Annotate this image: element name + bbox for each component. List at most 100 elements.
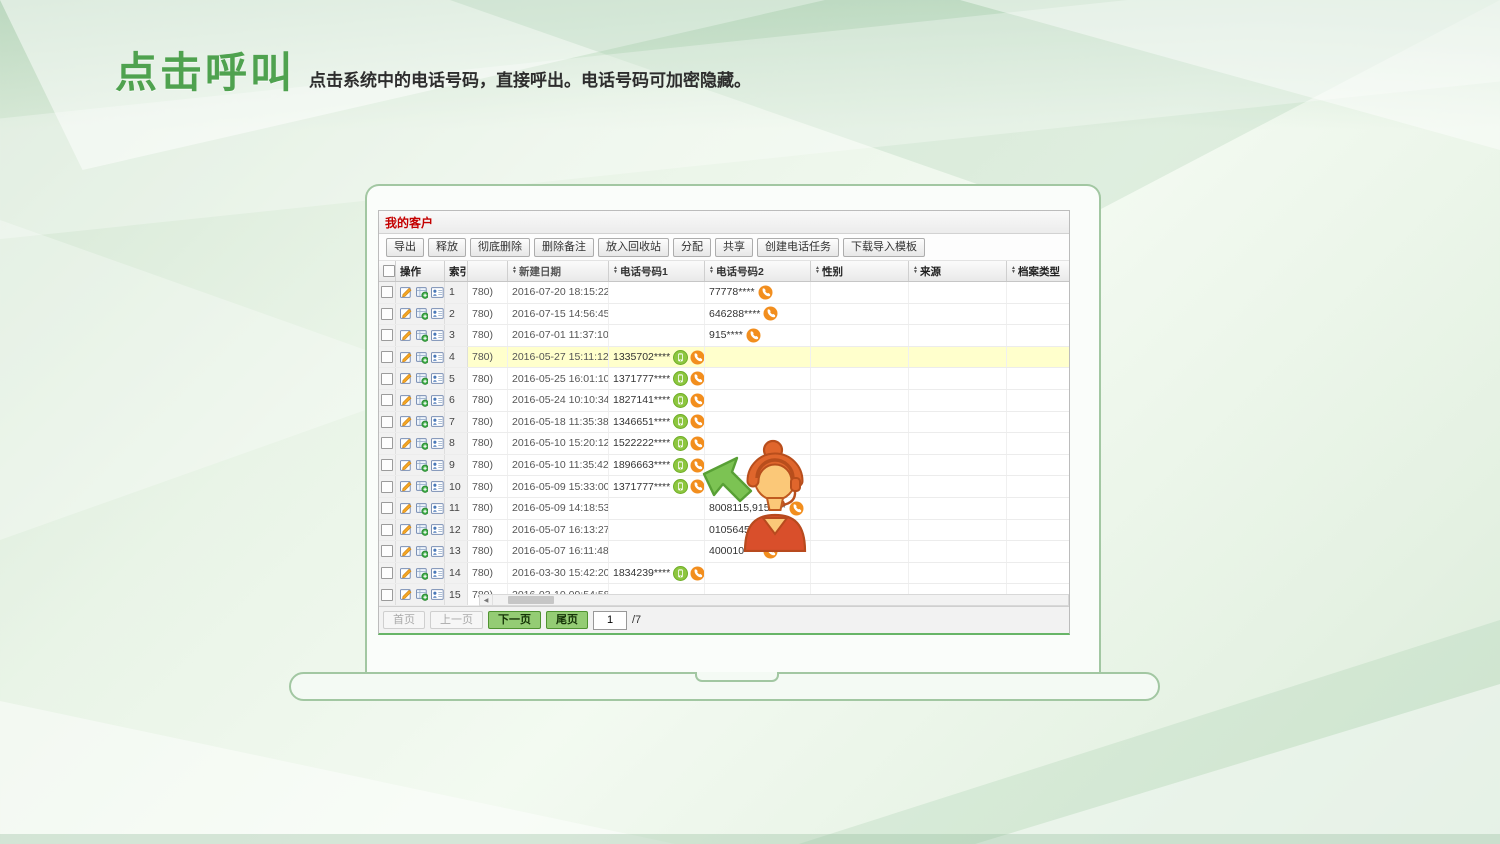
header-date[interactable]: 新建日期	[508, 261, 609, 281]
toolbar-button[interactable]: 创建电话任务	[757, 238, 839, 257]
phone-call-icon[interactable]	[789, 501, 804, 516]
table-row[interactable]: 3 780) 2016-07-01 11:37:10 915****	[379, 325, 1069, 347]
row-checkbox[interactable]	[381, 589, 393, 601]
mobile-call-icon[interactable]	[673, 566, 688, 581]
contact-card-icon[interactable]	[431, 567, 444, 580]
edit-note-icon[interactable]	[400, 415, 413, 428]
add-record-icon[interactable]	[416, 286, 429, 299]
header-phone2[interactable]: 电话号码2	[705, 261, 811, 281]
contact-card-icon[interactable]	[431, 372, 444, 385]
add-record-icon[interactable]	[416, 502, 429, 515]
toolbar-button[interactable]: 分配	[673, 238, 711, 257]
phone-call-icon[interactable]	[769, 522, 784, 537]
toolbar-button[interactable]: 导出	[386, 238, 424, 257]
add-record-icon[interactable]	[416, 307, 429, 320]
mobile-call-icon[interactable]	[673, 371, 688, 386]
contact-card-icon[interactable]	[431, 588, 444, 601]
phone-call-icon[interactable]	[763, 306, 778, 321]
phone-number[interactable]: 1346651****	[613, 416, 670, 428]
edit-note-icon[interactable]	[400, 286, 413, 299]
phone-number[interactable]: 1371777****	[613, 481, 670, 493]
mobile-call-icon[interactable]	[673, 350, 688, 365]
row-checkbox[interactable]	[381, 437, 393, 449]
edit-note-icon[interactable]	[400, 437, 413, 450]
phone-call-icon[interactable]	[690, 350, 705, 365]
row-checkbox[interactable]	[381, 286, 393, 298]
row-checkbox[interactable]	[381, 329, 393, 341]
mobile-call-icon[interactable]	[673, 414, 688, 429]
contact-card-icon[interactable]	[431, 480, 444, 493]
phone-number[interactable]: 0105645****	[709, 524, 766, 536]
header-name[interactable]	[468, 261, 508, 281]
contact-card-icon[interactable]	[431, 545, 444, 558]
table-row[interactable]: 13 780) 2016-05-07 16:11:48 400010****	[379, 541, 1069, 563]
contact-card-icon[interactable]	[431, 351, 444, 364]
contact-card-icon[interactable]	[431, 307, 444, 320]
add-record-icon[interactable]	[416, 394, 429, 407]
phone-number[interactable]: 1896663****	[613, 459, 670, 471]
contact-card-icon[interactable]	[431, 394, 444, 407]
phone-call-icon[interactable]	[690, 436, 705, 451]
edit-note-icon[interactable]	[400, 523, 413, 536]
scrollbar-thumb[interactable]	[508, 596, 554, 604]
row-checkbox[interactable]	[381, 567, 393, 579]
toolbar-button[interactable]: 删除备注	[534, 238, 594, 257]
add-record-icon[interactable]	[416, 567, 429, 580]
row-checkbox[interactable]	[381, 481, 393, 493]
header-op[interactable]: 操作	[396, 261, 445, 281]
header-index[interactable]: 索引	[445, 261, 468, 281]
row-checkbox[interactable]	[381, 459, 393, 471]
row-checkbox[interactable]	[381, 394, 393, 406]
last-page-button[interactable]: 尾页	[546, 611, 588, 629]
first-page-button[interactable]: 首页	[383, 611, 425, 629]
phone-call-icon[interactable]	[690, 458, 705, 473]
contact-card-icon[interactable]	[431, 459, 444, 472]
phone-number[interactable]: 1371777****	[613, 373, 670, 385]
table-row[interactable]: 1 780) 2016-07-20 18:15:22 77778****	[379, 282, 1069, 304]
header-phone1[interactable]: 电话号码1	[609, 261, 705, 281]
edit-note-icon[interactable]	[400, 394, 413, 407]
phone-call-icon[interactable]	[690, 393, 705, 408]
table-row[interactable]: 9 780) 2016-05-10 11:35:42 1896663****	[379, 455, 1069, 477]
mobile-call-icon[interactable]	[673, 458, 688, 473]
edit-note-icon[interactable]	[400, 502, 413, 515]
header-source[interactable]: 来源	[909, 261, 1007, 281]
phone-number[interactable]: 915****	[709, 329, 743, 341]
table-row[interactable]: 12 780) 2016-05-07 16:13:27 0105645****	[379, 520, 1069, 542]
edit-note-icon[interactable]	[400, 588, 413, 601]
table-row[interactable]: 11 780) 2016-05-09 14:18:53 8008115,915*…	[379, 498, 1069, 520]
edit-note-icon[interactable]	[400, 307, 413, 320]
table-row[interactable]: 10 780) 2016-05-09 15:33:00 1371777****	[379, 476, 1069, 498]
edit-note-icon[interactable]	[400, 372, 413, 385]
contact-card-icon[interactable]	[431, 437, 444, 450]
phone-call-icon[interactable]	[690, 479, 705, 494]
toolbar-button[interactable]: 释放	[428, 238, 466, 257]
table-row[interactable]: 6 780) 2016-05-24 10:10:34 1827141****	[379, 390, 1069, 412]
mobile-call-icon[interactable]	[673, 436, 688, 451]
phone-call-icon[interactable]	[690, 414, 705, 429]
phone-call-icon[interactable]	[690, 566, 705, 581]
contact-card-icon[interactable]	[431, 502, 444, 515]
add-record-icon[interactable]	[416, 545, 429, 558]
add-record-icon[interactable]	[416, 588, 429, 601]
row-checkbox[interactable]	[381, 351, 393, 363]
contact-card-icon[interactable]	[431, 329, 444, 342]
toolbar-button[interactable]: 放入回收站	[598, 238, 669, 257]
horizontal-scrollbar[interactable]	[479, 594, 1069, 606]
contact-card-icon[interactable]	[431, 415, 444, 428]
header-gender[interactable]: 性别	[811, 261, 909, 281]
add-record-icon[interactable]	[416, 415, 429, 428]
prev-page-button[interactable]: 上一页	[430, 611, 483, 629]
contact-card-icon[interactable]	[431, 286, 444, 299]
mobile-call-icon[interactable]	[673, 393, 688, 408]
table-row[interactable]: 4 780) 2016-05-27 15:11:12 1335702****	[379, 347, 1069, 369]
phone-number[interactable]: 8008115,915****	[709, 502, 786, 514]
add-record-icon[interactable]	[416, 351, 429, 364]
add-record-icon[interactable]	[416, 437, 429, 450]
phone-call-icon[interactable]	[758, 285, 773, 300]
header-type[interactable]: 档案类型	[1007, 261, 1069, 281]
table-row[interactable]: 8 780) 2016-05-10 15:20:12 1522222****	[379, 433, 1069, 455]
edit-note-icon[interactable]	[400, 329, 413, 342]
add-record-icon[interactable]	[416, 459, 429, 472]
edit-note-icon[interactable]	[400, 567, 413, 580]
